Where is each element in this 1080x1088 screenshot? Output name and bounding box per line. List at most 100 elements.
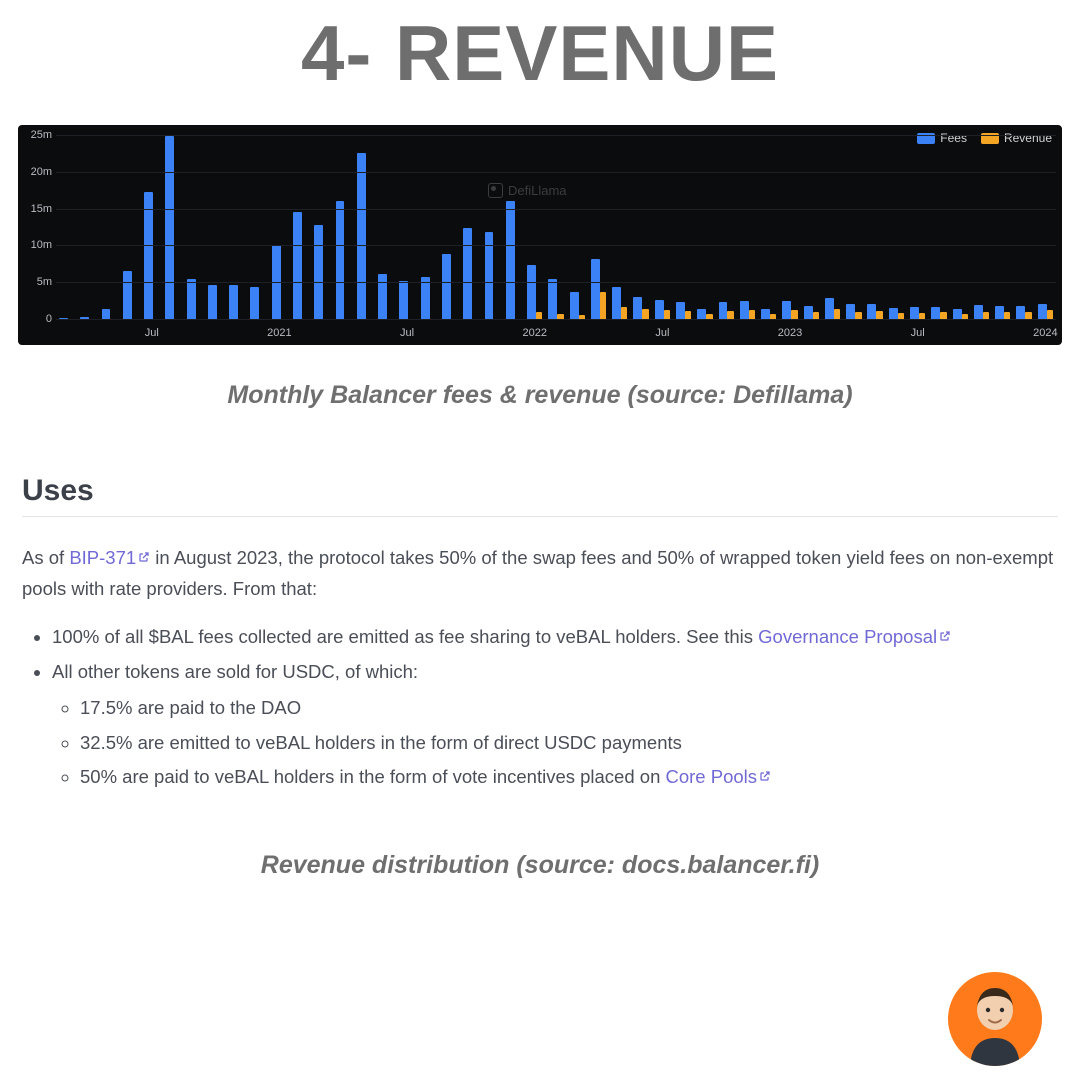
bar-group bbox=[506, 201, 515, 319]
bar-group bbox=[208, 285, 217, 319]
fees-bar bbox=[889, 308, 898, 319]
uses-bullet-2: All other tokens are sold for USDC, of w… bbox=[52, 657, 1058, 793]
bar-group bbox=[421, 277, 430, 319]
bar-group bbox=[591, 259, 606, 319]
bar-group bbox=[931, 307, 946, 320]
fees-bar bbox=[825, 298, 834, 319]
bar-group bbox=[889, 308, 904, 319]
fees-bar bbox=[463, 228, 472, 319]
fees-bar bbox=[336, 201, 345, 319]
bar-group bbox=[655, 300, 670, 319]
y-tick-label: 0 bbox=[20, 313, 52, 325]
fees-bar bbox=[612, 287, 621, 319]
revenue-bar bbox=[536, 312, 542, 319]
bar-group bbox=[719, 302, 734, 319]
fees-bar bbox=[208, 285, 217, 319]
revenue-bar bbox=[664, 310, 670, 319]
fees-bar bbox=[506, 201, 515, 319]
fees-bar bbox=[229, 285, 238, 319]
fees-bar bbox=[123, 271, 132, 319]
fees-bar bbox=[740, 301, 749, 319]
core-pools-link[interactable]: Core Pools bbox=[666, 766, 772, 787]
revenue-bar bbox=[749, 310, 755, 319]
y-tick-label: 15m bbox=[20, 203, 52, 215]
uses-intro-rest: in August 2023, the protocol takes 50% o… bbox=[22, 547, 1053, 599]
fees-bar bbox=[570, 292, 579, 319]
x-tick-label: 2022 bbox=[522, 327, 546, 339]
fees-bar bbox=[697, 309, 706, 319]
fees-bar bbox=[591, 259, 600, 319]
y-tick-label: 20m bbox=[20, 166, 52, 178]
fees-bar bbox=[399, 281, 408, 319]
page-title: 4- REVENUE bbox=[18, 8, 1062, 99]
uses-section: Uses As of BIP-371 in August 2023, the p… bbox=[18, 474, 1062, 793]
bar-group bbox=[804, 306, 819, 319]
bar-group bbox=[165, 136, 174, 319]
revenue-bar bbox=[834, 309, 840, 319]
bar-group bbox=[570, 292, 585, 319]
bar-group bbox=[612, 287, 627, 319]
bar-group bbox=[378, 274, 387, 319]
revenue-bar bbox=[940, 312, 946, 319]
bar-group bbox=[974, 305, 989, 319]
fees-bar bbox=[953, 309, 962, 319]
bar-group bbox=[697, 309, 712, 319]
external-link-icon bbox=[759, 770, 771, 782]
bar-group bbox=[761, 309, 776, 319]
fees-bar bbox=[974, 305, 983, 319]
bar-group bbox=[527, 265, 542, 319]
uses-bullet-1: 100% of all $BAL fees collected are emit… bbox=[52, 622, 1058, 653]
bar-group bbox=[676, 302, 691, 319]
bar-group bbox=[442, 254, 451, 319]
bar-group bbox=[229, 285, 238, 319]
bar-group bbox=[293, 212, 302, 319]
uses-sub-1: 17.5% are paid to the DAO bbox=[80, 693, 1058, 724]
revenue-bar bbox=[727, 311, 733, 319]
revenue-bar bbox=[983, 312, 989, 319]
fees-bar bbox=[1038, 304, 1047, 319]
fees-bar bbox=[655, 300, 664, 319]
revenue-bar bbox=[621, 307, 627, 320]
y-tick-label: 5m bbox=[20, 276, 52, 288]
fees-bar bbox=[633, 297, 642, 319]
revenue-bar bbox=[1004, 312, 1010, 319]
bar-group bbox=[953, 309, 968, 319]
fees-bar bbox=[378, 274, 387, 319]
bar-group bbox=[1038, 304, 1053, 319]
fees-bar bbox=[804, 306, 813, 319]
x-tick-label: Jul bbox=[145, 327, 159, 339]
avatar bbox=[948, 972, 1042, 1066]
bar-group bbox=[336, 201, 345, 319]
revenue-bar bbox=[791, 310, 797, 319]
x-tick-label: 2024 bbox=[1033, 327, 1057, 339]
bar-group bbox=[463, 228, 472, 319]
x-tick-label: Jul bbox=[655, 327, 669, 339]
revenue-bar bbox=[600, 292, 606, 319]
bar-group bbox=[1016, 306, 1031, 319]
revenue-bar bbox=[855, 312, 861, 319]
external-link-icon bbox=[138, 551, 150, 563]
bar-group bbox=[825, 298, 840, 319]
revenue-bar bbox=[876, 311, 882, 319]
bar-group bbox=[187, 279, 196, 319]
fees-bar bbox=[421, 277, 430, 319]
bar-group bbox=[548, 279, 563, 319]
bip-371-link[interactable]: BIP-371 bbox=[69, 547, 150, 568]
fees-bar bbox=[250, 287, 259, 319]
fees-bar bbox=[357, 153, 366, 319]
fees-bar bbox=[144, 192, 153, 319]
fees-bar bbox=[676, 302, 685, 319]
uses-heading: Uses bbox=[22, 474, 1058, 517]
fees-bar bbox=[548, 279, 557, 319]
x-tick-label: 2023 bbox=[778, 327, 802, 339]
fees-bar bbox=[527, 265, 536, 319]
bar-group bbox=[144, 192, 153, 319]
governance-proposal-link[interactable]: Governance Proposal bbox=[758, 626, 951, 647]
fees-bar bbox=[931, 307, 940, 320]
x-tick-label: 2021 bbox=[267, 327, 291, 339]
revenue-bar bbox=[1047, 310, 1053, 319]
fees-bar bbox=[314, 225, 323, 319]
bar-group bbox=[995, 306, 1010, 319]
fees-bar bbox=[995, 306, 1004, 319]
x-tick-label: Jul bbox=[400, 327, 414, 339]
